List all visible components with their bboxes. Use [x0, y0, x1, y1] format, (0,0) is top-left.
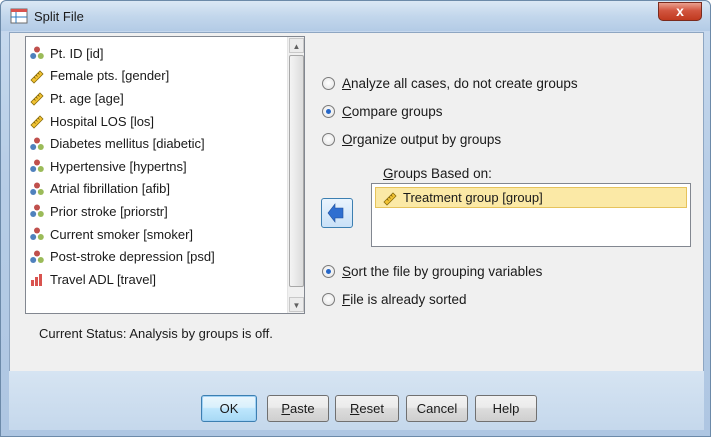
variable-list-item[interactable]: Diabetes mellitus [diabetic] — [29, 132, 287, 155]
variable-label: Hypertensive [hypertns] — [50, 158, 187, 174]
variable-label: Atrial fibrillation [afib] — [50, 181, 170, 197]
close-icon: x — [676, 3, 684, 19]
help-label: Help — [492, 401, 520, 416]
variable-list-item[interactable]: Prior stroke [priorstr] — [29, 200, 287, 223]
cancel-button[interactable]: Cancel — [406, 395, 468, 422]
nominal-icon — [29, 226, 45, 242]
compare-groups-radio[interactable] — [322, 105, 335, 118]
nominal-icon — [29, 158, 45, 174]
reset-mnemonic: R — [350, 401, 360, 416]
scale-icon — [29, 113, 45, 129]
reset-button[interactable]: Reset — [335, 395, 399, 422]
ok-label: OK — [219, 401, 239, 416]
organize-output-label: Organize output by groups — [342, 132, 502, 147]
scroll-up-icon[interactable]: ▲ — [289, 38, 304, 53]
compare-groups-label: Compare groups — [342, 104, 443, 119]
variable-list-item[interactable]: Current smoker [smoker] — [29, 223, 287, 246]
variable-label: Diabetes mellitus [diabetic] — [50, 136, 205, 152]
title-bar[interactable]: Split File x — [1, 1, 710, 31]
ok-button[interactable]: OK — [201, 395, 257, 422]
organize-output-radio[interactable] — [322, 133, 335, 146]
reset-label: eset — [359, 401, 384, 416]
variable-label: Travel ADL [travel] — [50, 271, 156, 287]
variable-list-item[interactable]: Travel ADL [travel] — [29, 268, 287, 291]
close-button[interactable]: x — [658, 2, 702, 21]
analyze-all-label: Analyze all cases, do not create groups — [342, 76, 578, 91]
already-sorted-label: File is already sorted — [342, 292, 467, 307]
organize-output-option[interactable]: Organize output by groups — [322, 132, 501, 147]
sort-file-label: Sort the file by grouping variables — [342, 264, 543, 279]
already-sorted-option[interactable]: File is already sorted — [322, 292, 467, 307]
paste-label: aste — [290, 401, 315, 416]
variable-list-item[interactable]: Pt. age [age] — [29, 87, 287, 110]
variable-label: Female pts. [gender] — [50, 68, 170, 84]
analyze-all-radio[interactable] — [322, 77, 335, 90]
nominal-icon — [29, 45, 45, 61]
variable-label: Pt. age [age] — [50, 90, 124, 106]
variable-list-item[interactable]: Hypertensive [hypertns] — [29, 155, 287, 178]
scale-icon — [383, 191, 397, 206]
groups-based-on-list[interactable]: Treatment group [group] — [371, 183, 691, 247]
move-variable-button[interactable] — [321, 198, 353, 228]
group-variable-item[interactable]: Treatment group [group] — [375, 187, 687, 208]
paste-button[interactable]: Paste — [267, 395, 329, 422]
variable-label: Hospital LOS [los] — [50, 113, 155, 129]
variable-label: Post-stroke depression [psd] — [50, 249, 215, 265]
paste-mnemonic: P — [281, 401, 291, 416]
scale-icon — [29, 90, 45, 107]
variable-list[interactable]: Pt. ID [id] Female pts. [gender] Pt. age [… — [25, 36, 305, 314]
current-status: Current Status: Analysis by groups is of… — [39, 326, 273, 341]
variable-list-scrollbar[interactable]: ▲ ▼ — [287, 37, 304, 313]
ordinal-icon — [29, 271, 45, 287]
variable-list-item[interactable]: Pt. ID [id] — [29, 42, 287, 65]
split-file-dialog: Split File x Pt. ID [id] Female pts. [gen… — [0, 0, 711, 437]
window-title: Split File — [34, 9, 84, 24]
variable-list-item[interactable]: Hospital LOS [los] — [29, 110, 287, 133]
nominal-icon — [29, 136, 45, 152]
groups-based-on-label: Groups Based on: — [383, 166, 492, 181]
analyze-all-option[interactable]: Analyze all cases, do not create groups — [322, 76, 578, 91]
already-sorted-radio[interactable] — [322, 293, 335, 306]
cancel-label: Cancel — [416, 401, 458, 416]
scrollbar-thumb[interactable] — [289, 55, 304, 287]
sort-file-radio[interactable] — [322, 265, 335, 278]
split-file-icon — [10, 8, 28, 24]
variable-label: Current smoker [smoker] — [50, 226, 194, 242]
variable-list-item[interactable]: Female pts. [gender] — [29, 65, 287, 88]
nominal-icon — [29, 249, 45, 265]
scale-icon — [29, 68, 45, 84]
arrow-left-icon — [327, 203, 344, 223]
nominal-icon — [29, 203, 45, 219]
compare-groups-option[interactable]: Compare groups — [322, 104, 443, 119]
variable-list-item[interactable]: Post-stroke depression [psd] — [29, 245, 287, 268]
sort-file-option[interactable]: Sort the file by grouping variables — [322, 264, 542, 279]
variable-list-item[interactable]: Atrial fibrillation [afib] — [29, 178, 287, 201]
nominal-icon — [29, 181, 45, 197]
group-variable-label: Treatment group [group] — [403, 190, 543, 205]
variable-label: Prior stroke [priorstr] — [50, 203, 168, 219]
scroll-down-icon[interactable]: ▼ — [289, 297, 304, 312]
help-button[interactable]: Help — [475, 395, 537, 422]
variable-label: Pt. ID [id] — [50, 45, 104, 61]
